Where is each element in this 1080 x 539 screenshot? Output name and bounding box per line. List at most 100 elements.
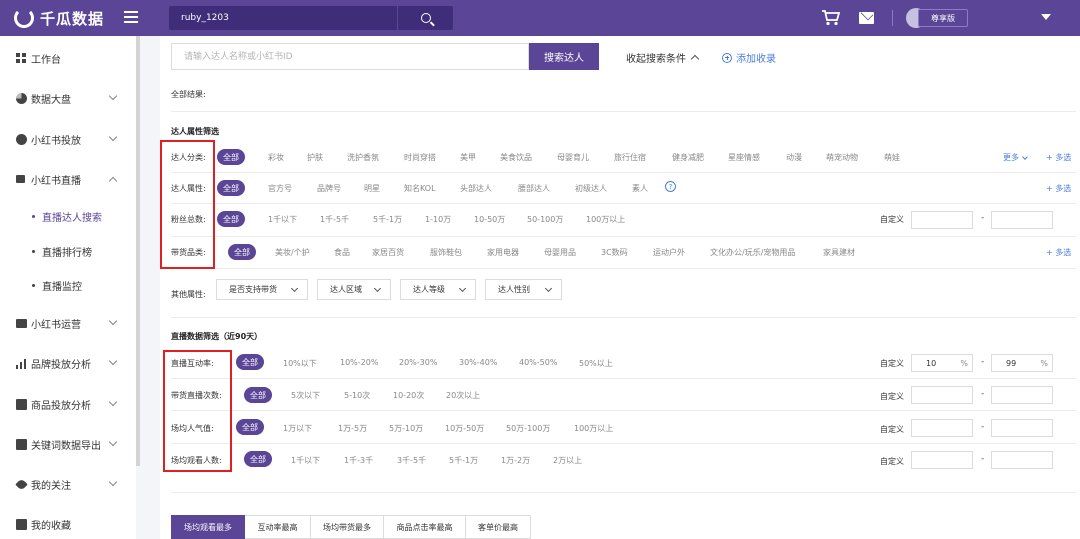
goods-option[interactable]: 服饰鞋包 (430, 247, 462, 258)
goods-option[interactable]: 家居百货 (372, 247, 404, 258)
add-favorite-link[interactable]: 添加收录 (722, 50, 776, 65)
tab-click-rate[interactable]: 商品点击率最高 (384, 515, 466, 539)
attribute-option[interactable]: 腰部达人 (518, 183, 550, 194)
viewers-all-chip[interactable]: 全部 (244, 451, 272, 467)
tab-order-value[interactable]: 客单价最高 (466, 515, 531, 539)
interaction-option[interactable]: 10%以下 (283, 358, 317, 369)
popularity-option[interactable]: 5万-10万 (389, 423, 423, 434)
interaction-option[interactable]: 40%-50% (519, 358, 557, 367)
viewers-max-input[interactable] (991, 451, 1053, 469)
sidebar-item-goods-analysis[interactable]: 商品投放分析 (0, 390, 136, 418)
fans-option[interactable]: 1-10万 (425, 214, 451, 225)
attribute-option[interactable]: 明星 (364, 183, 380, 194)
fans-option[interactable]: 5千-1万 (373, 214, 402, 225)
category-option[interactable]: 萌宠动物 (826, 152, 858, 163)
interaction-option[interactable]: 20%-30% (399, 358, 437, 367)
sidebar-item-following[interactable]: 我的关注 (0, 470, 136, 498)
sessions-option[interactable]: 5-10次 (344, 390, 370, 401)
goods-all-chip[interactable]: 全部 (228, 244, 256, 260)
category-option[interactable]: 健身减肥 (672, 152, 704, 163)
attribute-option[interactable]: 知名KOL (404, 183, 436, 194)
viewers-option[interactable]: 5千-1万 (449, 455, 478, 466)
category-option[interactable]: 美食饮品 (500, 152, 532, 163)
fans-option[interactable]: 1千-5千 (320, 214, 349, 225)
goods-option[interactable]: 3C数码 (601, 247, 628, 258)
popularity-all-chip[interactable]: 全部 (236, 419, 264, 435)
plan-badge[interactable]: 尊享版 (918, 9, 968, 27)
viewers-option[interactable]: 1千以下 (291, 455, 320, 466)
tab-avg-views[interactable]: 场均观看最多 (171, 515, 245, 539)
sidebar-item-keyword-export[interactable]: 关键词数据导出 (0, 430, 136, 458)
user-menu-caret-icon[interactable] (1041, 14, 1051, 20)
interaction-min-input[interactable]: 10 % (911, 354, 973, 372)
sidebar-item-brand-analysis[interactable]: 品牌投放分析 (0, 349, 136, 377)
fans-all-chip[interactable]: 全部 (217, 211, 245, 227)
attribute-option[interactable]: 官方号 (268, 183, 292, 194)
sessions-option[interactable]: 20次以上 (446, 390, 480, 401)
category-option[interactable]: 彩妆 (268, 152, 284, 163)
goods-option[interactable]: 家用电器 (487, 247, 519, 258)
category-option[interactable]: 旅行住宿 (614, 152, 646, 163)
sidebar-item-xhs-ads[interactable]: 小红书投放 (0, 125, 136, 153)
mail-icon[interactable] (859, 12, 874, 24)
sessions-option[interactable]: 5次以下 (291, 390, 320, 401)
attribute-option[interactable]: 头部达人 (460, 183, 492, 194)
goods-option[interactable]: 母婴用品 (544, 247, 576, 258)
interaction-all-chip[interactable]: 全部 (236, 354, 264, 370)
dropdown-region[interactable]: 达人区域 (317, 279, 391, 300)
goods-option[interactable]: 食品 (334, 247, 350, 258)
sidebar-subitem-live-ranking[interactable]: 直播排行榜 (0, 239, 136, 263)
sidebar-item-dashboard[interactable]: 数据大盘 (0, 84, 136, 112)
collapse-filters-link[interactable]: 收起搜索条件 (626, 50, 700, 65)
goods-option[interactable]: 家具建材 (823, 247, 855, 258)
fans-max-input[interactable] (991, 211, 1053, 229)
interaction-max-input[interactable]: 99 % (991, 354, 1053, 372)
popularity-option[interactable]: 1万以下 (283, 423, 312, 434)
attribute-option[interactable]: 素人 (632, 183, 648, 194)
fans-min-input[interactable] (911, 211, 973, 229)
popularity-option[interactable]: 10万-50万 (445, 423, 484, 434)
sessions-min-input[interactable] (911, 386, 973, 404)
interaction-option[interactable]: 30%-40% (459, 358, 497, 367)
sidebar-subitem-live-monitor[interactable]: 直播监控 (0, 273, 136, 297)
goods-option[interactable]: 文化办公/玩乐/宠物用品 (710, 247, 795, 258)
tab-avg-sales[interactable]: 场均带货最多 (311, 515, 384, 539)
sidebar-scrollbar[interactable] (136, 36, 140, 466)
viewers-option[interactable]: 3千-5千 (397, 455, 426, 466)
viewers-min-input[interactable] (911, 451, 973, 469)
menu-toggle-icon[interactable] (124, 11, 138, 25)
popularity-max-input[interactable] (991, 419, 1053, 437)
attribute-multi-select[interactable]: + 多选 (1046, 183, 1071, 194)
sidebar-item-workbench[interactable]: 工作台 (0, 44, 136, 72)
sidebar-item-xhs-live[interactable]: 小红书直播 (0, 165, 136, 193)
category-option[interactable]: 萌娃 (884, 152, 900, 163)
fans-option[interactable]: 50-100万 (527, 214, 563, 225)
sidebar-subitem-live-search[interactable]: 直播达人搜索 (0, 204, 136, 228)
category-option[interactable]: 美甲 (460, 152, 476, 163)
sidebar-item-xhs-operation[interactable]: 小红书运营 (0, 309, 136, 337)
dropdown-support-goods[interactable]: 是否支持带货 (216, 279, 308, 300)
fans-option[interactable]: 1千以下 (268, 214, 297, 225)
interaction-option[interactable]: 50%以上 (579, 358, 613, 369)
category-all-chip[interactable]: 全部 (217, 149, 245, 165)
tab-interaction-rate[interactable]: 互动率最高 (245, 515, 311, 539)
fans-option[interactable]: 100万以上 (586, 214, 625, 225)
category-option[interactable]: 时尚穿搭 (404, 152, 436, 163)
fans-option[interactable]: 10-50万 (474, 214, 505, 225)
category-option[interactable]: 洗护香氛 (347, 152, 379, 163)
viewers-option[interactable]: 1万-2万 (501, 455, 530, 466)
viewers-option[interactable]: 1千-3千 (344, 455, 373, 466)
popularity-option[interactable]: 50万-100万 (506, 423, 550, 434)
top-search-button[interactable] (397, 6, 453, 30)
kol-search-input[interactable] (171, 43, 529, 70)
cart-icon[interactable] (822, 10, 840, 26)
attribute-option[interactable]: 品牌号 (317, 183, 341, 194)
goods-option[interactable]: 运动户外 (653, 247, 685, 258)
sessions-option[interactable]: 10-20次 (393, 390, 424, 401)
category-more-button[interactable]: 更多 (1003, 152, 1028, 163)
attribute-option[interactable]: 初级达人 (575, 183, 607, 194)
viewers-option[interactable]: 2万以上 (553, 455, 582, 466)
popularity-option[interactable]: 100万以上 (574, 423, 613, 434)
sidebar-item-favorites[interactable]: 我的收藏 (0, 510, 136, 538)
category-option[interactable]: 母婴育儿 (557, 152, 589, 163)
